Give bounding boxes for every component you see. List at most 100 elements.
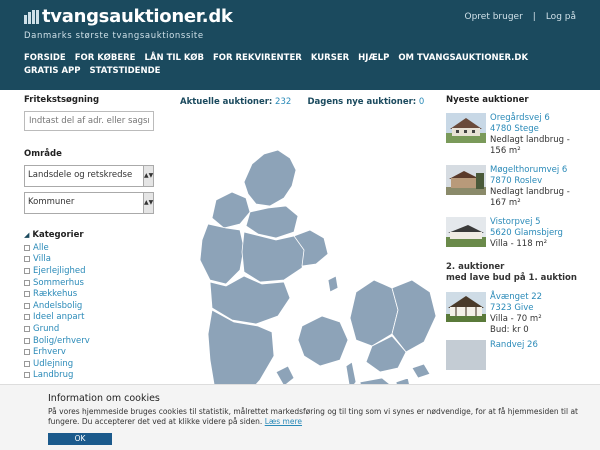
login-link[interactable]: Log på	[546, 12, 576, 22]
category-udlejning[interactable]: Udlejning	[24, 358, 154, 370]
listing-type: Villa - 70 m²	[490, 314, 542, 324]
checkbox[interactable]	[24, 279, 30, 286]
listing-street[interactable]: Oregårdsvej 6	[490, 113, 570, 124]
current-auctions-count[interactable]: 232	[275, 97, 291, 107]
category-sommerhus[interactable]: Sommerhus	[24, 277, 154, 289]
category-label: Villa	[33, 254, 51, 265]
checkbox[interactable]	[24, 291, 30, 298]
nav-hjaelp[interactable]: HJÆLP	[358, 52, 389, 64]
read-more-link[interactable]: Læs mere	[265, 417, 302, 426]
listing-item[interactable]: Vistorpvej 5 5620 Glamsbjerg Villa - 118…	[446, 217, 586, 250]
logo-bars-icon	[24, 9, 39, 24]
checkbox[interactable]	[24, 325, 30, 332]
map-region-zealand-east	[391, 279, 437, 353]
house-photo-icon[interactable]	[446, 340, 486, 370]
newest-auctions-title: Nyeste auktioner	[446, 95, 529, 105]
listing-street[interactable]: Randvej 26	[490, 340, 538, 351]
category-list: Alle Villa Ejerlejlighed Sommerhus Række…	[24, 242, 154, 381]
categories-header[interactable]: ◢ Kategorier	[24, 230, 154, 240]
checkbox[interactable]	[24, 244, 30, 251]
right-sidebar: Nyeste auktioner Oregårdsvej 6 4780 Steg…	[446, 95, 586, 370]
category-ejerlejlighed[interactable]: Ejerlejlighed	[24, 265, 154, 277]
signup-link[interactable]: Opret bruger	[464, 12, 522, 22]
house-photo-icon[interactable]	[446, 217, 486, 247]
nav-statstidende[interactable]: STATSTIDENDE	[90, 65, 161, 77]
house-photo-icon[interactable]	[446, 113, 486, 143]
listing-street[interactable]: Vistorpvej 5	[490, 217, 563, 228]
nav-gratis-app[interactable]: GRATIS APP	[24, 65, 81, 77]
area-label: Område	[24, 149, 62, 159]
category-alle[interactable]: Alle	[24, 242, 154, 254]
left-sidebar: Fritekstsøgning Område Landsdele og rets…	[24, 95, 154, 381]
listing-item[interactable]: Randvej 26	[446, 340, 586, 370]
cookie-ok-button[interactable]: OK	[48, 433, 112, 445]
category-andelsbolig[interactable]: Andelsbolig	[24, 300, 154, 312]
map-region-funen	[297, 315, 349, 367]
municipality-select-value: Kommuner	[28, 197, 75, 207]
nav-kurser[interactable]: KURSER	[311, 52, 349, 64]
category-label: Grund	[33, 323, 60, 334]
search-input[interactable]	[24, 111, 154, 131]
nav-for-rekvirenter[interactable]: FOR REKVIRENTER	[213, 52, 302, 64]
listing-city[interactable]: 7870 Roslev	[490, 176, 570, 187]
listing-street[interactable]: Åvænget 22	[490, 292, 542, 303]
second-auctions-title-line2: med lave bud på 1. auktion	[446, 273, 577, 283]
category-label: Alle	[33, 242, 49, 253]
listing-item[interactable]: Oregårdsvej 6 4780 Stege Nedlagt landbru…	[446, 113, 586, 157]
category-raekkehus[interactable]: Rækkehus	[24, 288, 154, 300]
category-label: Rækkehus	[33, 289, 78, 300]
category-erhverv[interactable]: Erhverv	[24, 346, 154, 358]
nav-for-kobere[interactable]: FOR KØBERE	[75, 52, 136, 64]
categories-label: Kategorier	[32, 230, 84, 240]
denmark-map[interactable]	[160, 120, 440, 410]
listing-city[interactable]: 5620 Glamsbjerg	[490, 228, 563, 239]
checkbox[interactable]	[24, 302, 30, 309]
category-label: Udlejning	[33, 358, 74, 369]
logo-text: tvangsauktioner.dk	[42, 6, 233, 27]
site-header: tvangsauktioner.dk Danmarks største tvan…	[0, 0, 600, 90]
municipality-select[interactable]: Kommuner ▲▼	[24, 192, 154, 214]
nav-laan-til-kob[interactable]: LÅN TIL KØB	[145, 52, 204, 64]
category-label: Ideel anpart	[33, 312, 85, 323]
checkbox[interactable]	[24, 314, 30, 321]
region-select[interactable]: Landsdele og retskredse ▲▼	[24, 165, 154, 187]
listing-size: 167 m²	[490, 198, 521, 208]
map-region-zealand-west	[349, 279, 399, 347]
collapse-triangle-icon: ◢	[24, 231, 30, 239]
region-select-value: Landsdele og retskredse	[28, 170, 133, 180]
listing-city[interactable]: 4780 Stege	[490, 124, 570, 135]
checkbox[interactable]	[24, 349, 30, 356]
category-grund[interactable]: Grund	[24, 323, 154, 335]
category-ideel-anpart[interactable]: Ideel anpart	[24, 312, 154, 324]
checkbox[interactable]	[24, 256, 30, 263]
map-region-himmerland	[245, 205, 299, 239]
site-logo[interactable]: tvangsauktioner.dk	[24, 6, 233, 27]
cookie-banner: Information om cookies På vores hjemmesi…	[0, 384, 600, 450]
listing-info: Møgelthorumvej 6 7870 Roslev Nedlagt lan…	[490, 165, 570, 209]
listing-item[interactable]: Møgelthorumvej 6 7870 Roslev Nedlagt lan…	[446, 165, 586, 209]
listing-street[interactable]: Møgelthorumvej 6	[490, 165, 570, 176]
listing-city[interactable]: 7323 Give	[490, 303, 542, 314]
listing-item[interactable]: Åvænget 22 7323 Give Villa - 70 m² Bud: …	[446, 292, 586, 336]
checkbox[interactable]	[24, 360, 30, 367]
nav-om[interactable]: OM TVANGSAUKTIONER.DK	[398, 52, 528, 64]
new-auctions-count[interactable]: 0	[419, 97, 424, 107]
checkbox[interactable]	[24, 372, 30, 379]
nav-forside[interactable]: FORSIDE	[24, 52, 66, 64]
category-landbrug[interactable]: Landbrug	[24, 370, 154, 382]
house-photo-icon[interactable]	[446, 292, 486, 322]
category-label: Bolig/erhverv	[33, 335, 90, 346]
checkbox[interactable]	[24, 267, 30, 274]
listing-type: Nedlagt landbrug -	[490, 187, 570, 197]
cookie-text-block: På vores hjemmeside bruges cookies til s…	[48, 407, 588, 427]
house-photo-icon[interactable]	[446, 165, 486, 195]
category-bolig-erhverv[interactable]: Bolig/erhverv	[24, 335, 154, 347]
category-villa[interactable]: Villa	[24, 254, 154, 266]
map-region-mon	[411, 363, 431, 379]
separator: |	[532, 12, 536, 22]
map-region-thy	[211, 191, 251, 229]
map-region-west-jutland	[199, 223, 245, 285]
new-auctions-label: Dagens nye auktioner:	[307, 97, 417, 107]
checkbox[interactable]	[24, 337, 30, 344]
listing-info: Vistorpvej 5 5620 Glamsbjerg Villa - 118…	[490, 217, 563, 250]
